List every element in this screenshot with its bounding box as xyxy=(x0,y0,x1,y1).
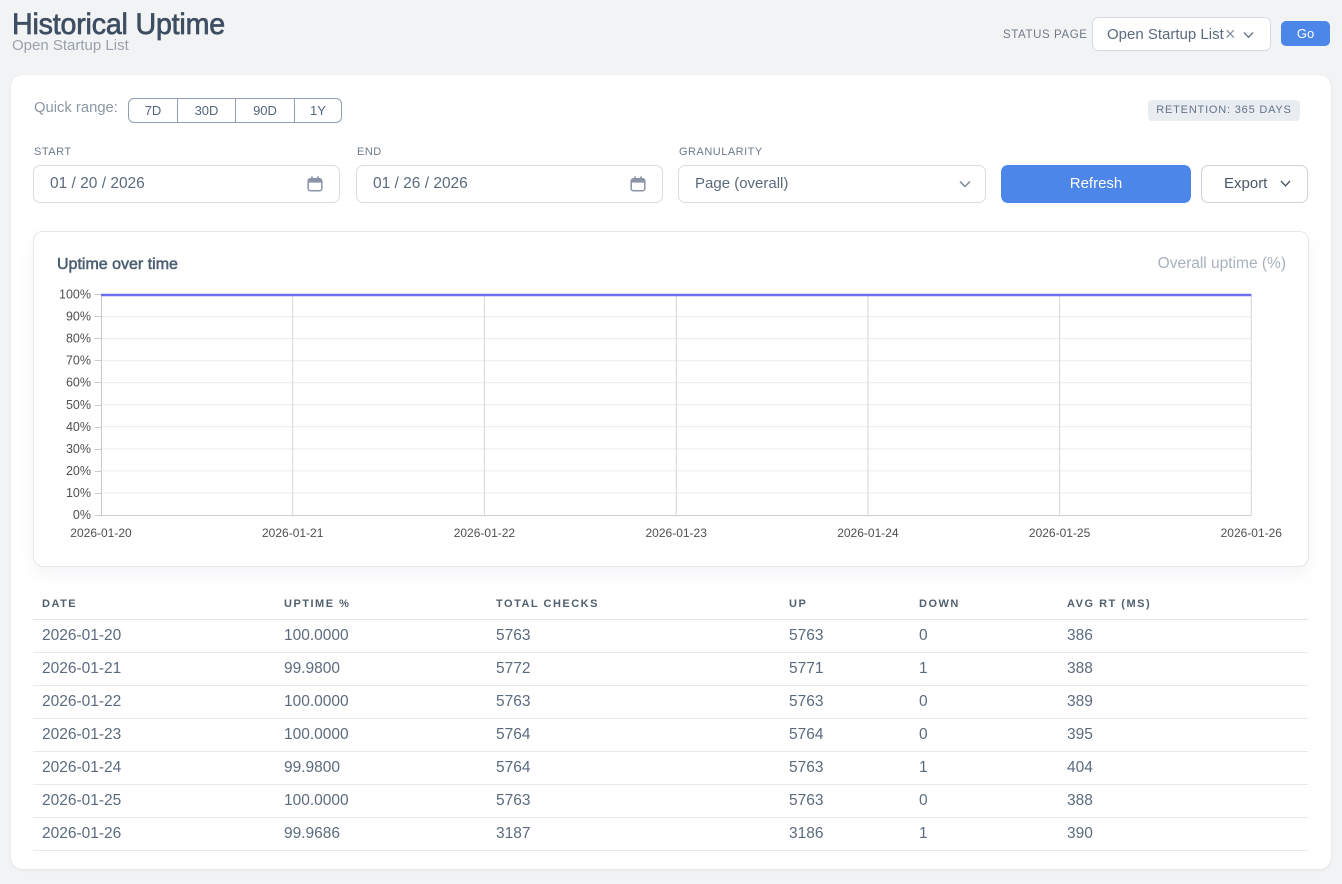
svg-text:70%: 70% xyxy=(66,354,91,368)
svg-text:2026-01-21: 2026-01-21 xyxy=(262,526,324,540)
svg-text:60%: 60% xyxy=(66,376,91,390)
svg-text:40%: 40% xyxy=(66,420,91,434)
svg-text:100%: 100% xyxy=(59,288,91,302)
svg-text:2026-01-24: 2026-01-24 xyxy=(837,526,899,540)
svg-text:80%: 80% xyxy=(66,332,91,346)
svg-text:2026-01-20: 2026-01-20 xyxy=(70,526,132,540)
svg-text:90%: 90% xyxy=(66,310,91,324)
svg-text:20%: 20% xyxy=(66,464,91,478)
svg-text:2026-01-26: 2026-01-26 xyxy=(1221,526,1283,540)
svg-text:50%: 50% xyxy=(66,398,91,412)
svg-text:0%: 0% xyxy=(73,508,91,522)
svg-text:2026-01-25: 2026-01-25 xyxy=(1029,526,1091,540)
svg-text:2026-01-22: 2026-01-22 xyxy=(454,526,516,540)
svg-text:2026-01-23: 2026-01-23 xyxy=(646,526,708,540)
svg-text:30%: 30% xyxy=(66,442,91,456)
svg-text:10%: 10% xyxy=(66,486,91,500)
